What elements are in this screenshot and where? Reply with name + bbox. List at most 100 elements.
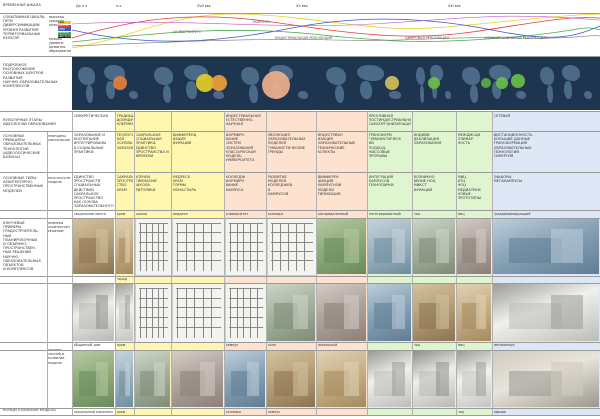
sketch-line (151, 288, 153, 338)
example-photo (135, 218, 172, 276)
example-tag: храм (116, 343, 126, 347)
sketch-line (211, 288, 212, 338)
sketch-line (271, 241, 313, 243)
sketch-line (177, 288, 178, 338)
model-label: АТЕНЕИ ГИМНАСИЙ ШКОЛА РИТОРИКИ (135, 175, 157, 192)
sketch-line (202, 223, 204, 271)
example-tag (173, 277, 223, 282)
photo-shape (551, 229, 584, 263)
model-label: ВОЗНИКНО ВЕНИЕ НОЦ МИКСТ ФУНКЦИЙ (413, 175, 436, 192)
sketch-line (304, 223, 305, 271)
wave-label: «ИНФОРМАЦИОННАЯ РЕВОЛЮЦИЯ» (484, 36, 548, 40)
development-circle (481, 78, 491, 88)
continent-shape (240, 67, 260, 85)
example-photo (493, 283, 599, 341)
example-tag: миц (457, 343, 465, 347)
continent-shape (546, 85, 554, 103)
world-map (535, 57, 600, 110)
sketch-line (157, 288, 159, 338)
world-map (318, 57, 412, 110)
model-tag: миц (457, 212, 465, 216)
sketch-line (229, 317, 263, 318)
grid-line-h (0, 210, 600, 211)
stage-label: ИНДУСТРИАЛЬНАЯ ЕСТЕСТВЕННО-НАУЧНАЯ (225, 114, 261, 127)
principle-label: ЭВОЛЮЦИЯ ОБРАЗОВАТЕЛЬНЫХ МОДЕЛЕЙ ГУМАНИС… (267, 133, 306, 154)
continent-shape (516, 91, 526, 99)
grid-line-v (456, 111, 457, 415)
continent-shape (186, 81, 197, 99)
sketch-line (230, 223, 231, 271)
sketch-line (194, 223, 195, 271)
example-tag (268, 277, 315, 282)
development-circle (428, 77, 440, 89)
continent-shape (334, 85, 345, 103)
sketch-line (229, 288, 263, 289)
example-photo (368, 351, 411, 407)
model-tag: интегрированный (368, 212, 401, 216)
sketch-line (243, 223, 244, 271)
stage-label (268, 114, 315, 132)
example-photo (225, 283, 267, 343)
stage-label: КРЕАТИВНАЯ ПОСТИНДУСТРИАЛЬНАЯ САМООРГАНИ… (368, 114, 411, 127)
sketch-line (145, 288, 147, 338)
photo-shape (475, 362, 486, 396)
example-photo (172, 283, 225, 343)
photo-shape (436, 362, 449, 396)
principle-label: ДИСТАНЦИОННОСТЬ БОЛЬШИЕ ДАННЫЕ ТРАНСФОРМ… (493, 133, 533, 159)
grid-line-h (0, 218, 600, 219)
development-circle (113, 76, 127, 90)
photo-shape (475, 294, 486, 330)
photo-shape (551, 362, 584, 396)
row-sub-examples: ПРИМЕРЫ АРХИТЕКТУРНЫХ РЕШЕНИЙ (48, 221, 70, 234)
grid-line-v (72, 111, 73, 415)
model-label: МЕДРЕСЕ ХРАМ ТОРМЫ МОНАСТЫРЬ (172, 175, 197, 192)
photo-shape (343, 294, 359, 330)
continent-shape (249, 85, 258, 103)
row-label-stages: культурные этапы идеологии образования (3, 118, 56, 127)
grid-line-h (0, 276, 600, 277)
example-photo (413, 218, 455, 274)
sketch-line (271, 223, 313, 224)
example-tag (369, 343, 411, 348)
sketch-line (176, 223, 221, 224)
sketch-line (163, 223, 164, 271)
row-label-models: основные типы архитектурно- пространстве… (3, 176, 44, 193)
principle-label: САКРАЛЬНАЯ СОЦИАЛЬНАЯ ПРАКТИКА. ЕДИНСТВО… (135, 133, 169, 159)
stage-label (318, 114, 366, 132)
principle-label: ФОРМИРО ВАНИЕ СИСТЕМ ОБРАЗОВАНИЯ КЛАССИЧ… (225, 133, 256, 163)
example-photo (135, 283, 172, 343)
sketch-line (296, 223, 297, 271)
sketch-line (176, 241, 221, 243)
wave-label: ИНДУСТРИАЛЬНАЯ РЕВОЛЮЦИЯ (275, 36, 333, 40)
continent-shape (357, 65, 384, 81)
world-map (412, 57, 456, 110)
principle-label: ИНДИВИ ДУАЛИЗАЦИЯ ОБРАЗОВАНИЯ (413, 133, 442, 146)
sketch-line (176, 288, 221, 289)
model-label: ЕДИНСТВО ПРОСТРАНСТВ СОЦИАЛЬНЫХ ДЕЙСТВИЙ… (73, 175, 114, 209)
example-tag: ноц (413, 343, 421, 347)
example-tag (226, 277, 265, 282)
example-photo (267, 283, 315, 341)
photo-shape (247, 362, 259, 396)
grid-line-h (0, 415, 600, 416)
example-photo (493, 218, 599, 274)
example-tag (136, 343, 170, 348)
development-circle (262, 71, 290, 99)
example-photo (368, 218, 411, 274)
example-tag (136, 277, 170, 282)
photo-shape (125, 294, 131, 330)
sketch-line (176, 307, 221, 308)
example-tag (414, 277, 455, 282)
continent-shape (78, 67, 95, 85)
sketch-line (229, 297, 263, 299)
grid-line-v (412, 111, 413, 415)
grid-line-h (0, 350, 600, 351)
sketch-line (139, 260, 168, 261)
grid-line-h (0, 131, 600, 132)
development-circle (511, 74, 525, 88)
sketch-line (139, 326, 168, 328)
example-photo (116, 351, 133, 407)
model-tag: распределенный (317, 212, 349, 216)
sketch-line (176, 260, 221, 261)
example-photo (73, 283, 114, 341)
